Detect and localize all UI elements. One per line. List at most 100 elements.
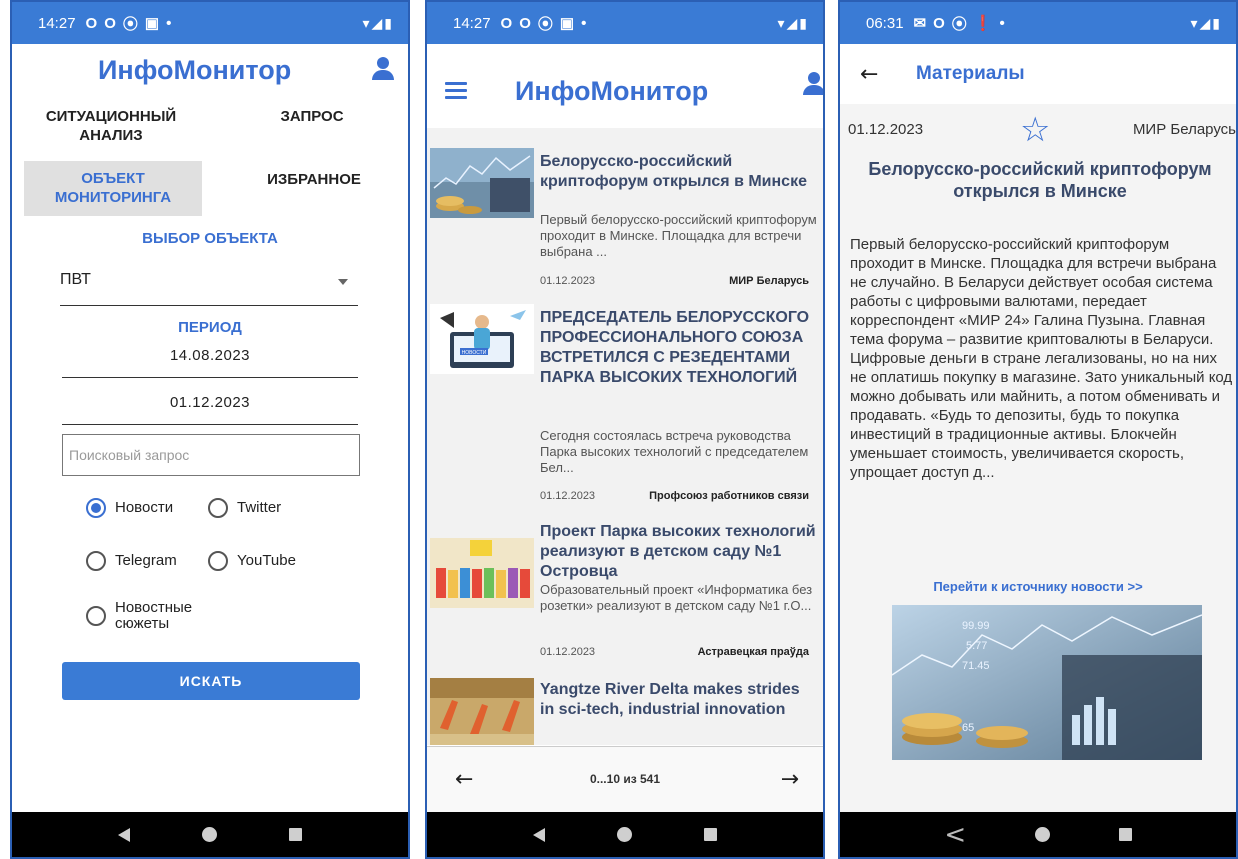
radio-label: Новостные сюжеты	[115, 599, 193, 632]
status-signal-battery-icon: ▾◢▮	[362, 14, 394, 31]
tab-favorites[interactable]: ИЗБРАННОЕ	[244, 170, 384, 189]
article-title[interactable]: Проект Парка высоких технологий реализую…	[540, 522, 818, 582]
status-dot-icon: •	[581, 14, 587, 32]
article-title: Белорусско-российский криптофорум открыл…	[868, 159, 1212, 201]
page-title: Материалы	[916, 63, 1025, 84]
status-notification-icon: ⦿	[122, 15, 138, 33]
object-select-value: ПВТ	[60, 271, 91, 288]
radio-label: Twitter	[237, 499, 282, 516]
search-input[interactable]	[69, 447, 353, 463]
article-thumbnail-news: НОВОСТИ	[430, 304, 534, 374]
android-nav-bar	[12, 812, 408, 857]
date-from-field[interactable]: 14.08.2023	[62, 342, 358, 378]
article-source: Астравецкая праўда	[697, 646, 809, 658]
home-icon[interactable]	[617, 827, 632, 842]
chart-number: 5.77	[966, 640, 987, 652]
page-info: 0...10 из 541	[589, 772, 661, 786]
app-title: ИнфоМонитор	[515, 76, 709, 106]
home-icon[interactable]	[1034, 827, 1050, 842]
article-source: Профсоюз работников связи	[649, 490, 809, 502]
chevron-down-icon	[338, 279, 348, 285]
article-date: 01.12.2023	[540, 275, 596, 287]
status-time: 06:31	[866, 14, 904, 32]
user-icon[interactable]	[803, 72, 823, 96]
article-source: МИР Беларусь	[1132, 121, 1236, 138]
tab-situation-analysis[interactable]: СИТУАЦИОННЫЙ АНАЛИЗ	[26, 107, 196, 145]
radio-label: YouTube	[237, 552, 296, 569]
radio-twitter[interactable]: Twitter	[208, 498, 281, 518]
status-signal-battery-icon: ▾◢▮	[1190, 14, 1222, 31]
status-notification-icon: ▣	[144, 15, 160, 32]
menu-icon[interactable]	[445, 82, 467, 100]
article-body: Первый белорусско-российский криптофорум…	[850, 236, 1233, 481]
favorite-star-icon[interactable]: ☆	[1020, 110, 1050, 150]
radio-news-stories[interactable]: Новостные сюжеты	[86, 600, 196, 632]
android-nav-bar: <	[840, 812, 1236, 857]
status-notification-icon: O	[933, 14, 945, 32]
recent-apps-icon[interactable]	[1118, 828, 1132, 841]
article-source: МИР Беларусь	[729, 275, 809, 287]
status-time: 14:27	[38, 14, 76, 32]
status-notification-icon: O	[104, 14, 116, 32]
news-list[interactable]: Белорусско-российский криптофорум открыл…	[427, 128, 823, 745]
radio-youtube[interactable]: YouTube	[208, 551, 296, 571]
article-date: 01.12.2023	[848, 121, 924, 138]
app-title: ИнфоМонитор	[98, 55, 292, 85]
status-dot-icon: •	[166, 14, 172, 32]
status-notification-icon: ▣	[559, 15, 575, 32]
screen-news-feed: 14:27 O O ⦿ ▣ • ▾◢▮ ИнфоМонитор Белорусс…	[425, 0, 825, 859]
date-to-field[interactable]: 01.12.2023	[62, 389, 358, 425]
search-query-field[interactable]	[62, 434, 360, 476]
status-alert-icon: ❗	[973, 15, 993, 32]
article-thumbnail-kindergarten	[430, 538, 534, 608]
article-title[interactable]: Белорусско-российский криптофорум открыл…	[540, 152, 818, 192]
user-icon[interactable]	[372, 57, 394, 81]
thumbnail-caption: НОВОСТИ	[462, 350, 487, 356]
radio-checked-icon	[86, 498, 106, 518]
source-link[interactable]: Перейти к источнику новости >>	[840, 579, 1236, 594]
radio-unchecked-icon	[208, 551, 228, 571]
search-button[interactable]: ИСКАТЬ	[62, 662, 360, 700]
pagination: ← 0...10 из 541 →	[427, 746, 823, 814]
tab-monitoring-object[interactable]: ОБЪЕКТ МОНИТОРИНГА	[24, 161, 202, 216]
status-signal-battery-icon: ▾◢▮	[777, 14, 809, 31]
screen-article-detail: 06:31 ✉ O ⦿ ❗ • ▾◢▮ ← Материалы 01.12.20…	[838, 0, 1238, 859]
recent-apps-icon[interactable]	[704, 828, 717, 841]
back-arrow-icon[interactable]: ←	[860, 62, 878, 87]
screen-search-form: 14:27 O O ⦿ ▣ • ▾◢▮ ИнфоМонитор СИТУАЦИО…	[10, 0, 410, 859]
article-detail: 01.12.2023 ☆ МИР Беларусь Белорусско-рос…	[840, 104, 1236, 814]
article-date: 01.12.2023	[540, 646, 596, 658]
back-icon[interactable]: <	[944, 820, 966, 850]
object-select[interactable]: ПВТ	[60, 246, 358, 306]
chart-number: 99.99	[962, 620, 990, 632]
article-image: 99.99 5.77 71.45 65	[892, 605, 1202, 760]
back-icon[interactable]	[533, 827, 545, 842]
article-snippet: Первый белорусско-российский криптофорум…	[540, 212, 817, 259]
status-bar: 06:31 ✉ O ⦿ ❗ • ▾◢▮	[840, 2, 1236, 44]
status-dot-icon: •	[999, 14, 1005, 32]
status-time: 14:27	[453, 14, 491, 32]
status-notification-icon: O	[85, 14, 98, 32]
next-page-button[interactable]: →	[781, 767, 799, 792]
tab-request[interactable]: ЗАПРОС	[262, 107, 362, 126]
radio-unchecked-icon	[208, 498, 228, 518]
article-title[interactable]: Yangtze River Delta makes strides in sci…	[540, 680, 818, 720]
status-notification-icon: ⦿	[951, 15, 967, 33]
object-select-label: ВЫБОР ОБЪЕКТА	[142, 230, 278, 247]
article-title[interactable]: ПРЕДСЕДАТЕЛЬ БЕЛОРУССКОГО ПРОФЕССИОНАЛЬН…	[540, 308, 818, 388]
status-notification-icon: O	[500, 14, 513, 32]
android-nav-bar	[427, 812, 823, 857]
status-notification-icon: ⦿	[537, 15, 553, 33]
radio-telegram[interactable]: Telegram	[86, 551, 177, 571]
status-bar: 14:27 O O ⦿ ▣ • ▾◢▮	[12, 2, 408, 44]
period-label: ПЕРИОД	[178, 319, 242, 336]
article-thumbnail-crypto	[430, 148, 534, 218]
article-snippet: Образовательный проект «Информатика без …	[540, 582, 813, 613]
recent-apps-icon[interactable]	[289, 828, 302, 841]
radio-news[interactable]: Новости	[86, 498, 173, 518]
back-icon[interactable]	[118, 827, 130, 842]
home-icon[interactable]	[202, 827, 217, 842]
status-notification-icon: O	[519, 14, 531, 32]
status-bar: 14:27 O O ⦿ ▣ • ▾◢▮	[427, 2, 823, 44]
article-date: 01.12.2023	[540, 490, 596, 502]
